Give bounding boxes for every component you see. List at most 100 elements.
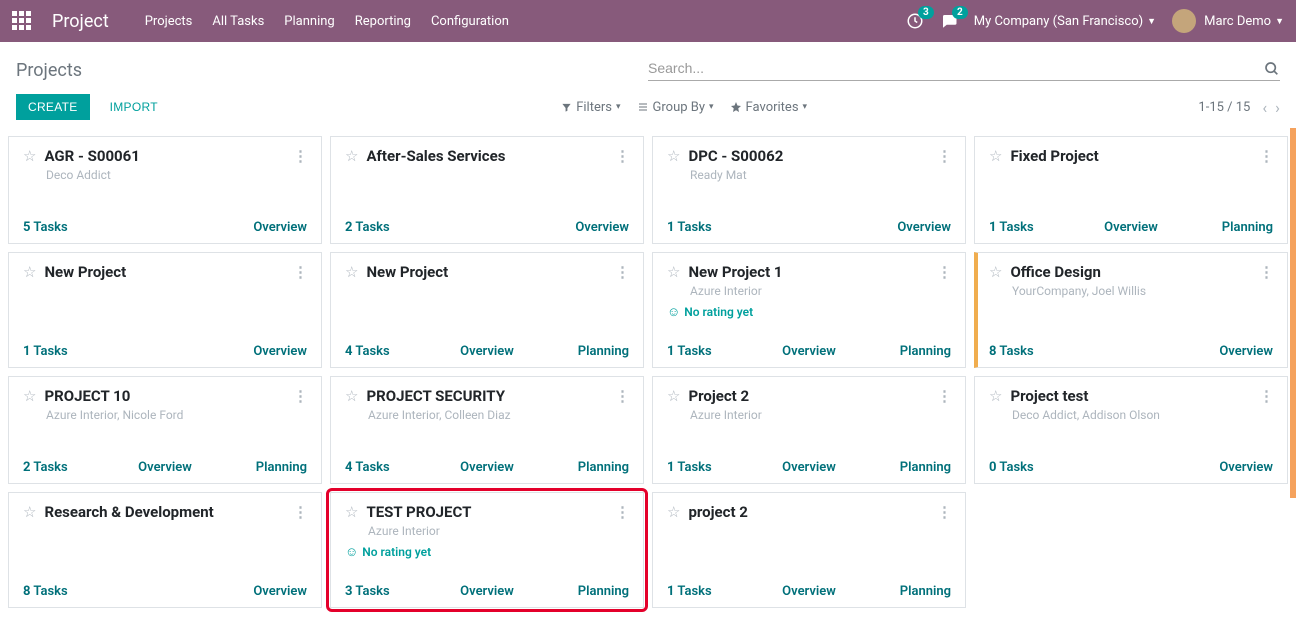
project-card[interactable]: ☆project 2⋮1 TasksOverviewPlanning — [652, 492, 966, 608]
search-box[interactable] — [648, 56, 1280, 81]
planning-link[interactable]: Planning — [212, 460, 307, 475]
nav-link-configuration[interactable]: Configuration — [431, 14, 509, 29]
tasks-link[interactable]: 1 Tasks — [667, 220, 712, 235]
overview-link[interactable]: Overview — [762, 344, 857, 359]
pager-prev[interactable]: ‹ — [1262, 98, 1267, 117]
overview-link[interactable]: Overview — [253, 584, 307, 599]
card-menu-icon[interactable]: ⋮ — [1259, 263, 1273, 281]
nav-link-reporting[interactable]: Reporting — [355, 14, 411, 29]
nav-link-projects[interactable]: Projects — [145, 14, 193, 29]
favorite-star-icon[interactable]: ☆ — [989, 387, 1002, 405]
import-button[interactable]: IMPORT — [98, 94, 170, 120]
rating-badge[interactable]: ☺No rating yet — [667, 304, 951, 320]
tasks-link[interactable]: 2 Tasks — [23, 460, 118, 475]
card-menu-icon[interactable]: ⋮ — [937, 503, 951, 521]
project-card[interactable]: ☆Project test⋮Deco Addict, Addison Olson… — [974, 376, 1288, 484]
pager-next[interactable]: › — [1275, 98, 1280, 117]
project-card[interactable]: ☆DPC - S00062⋮Ready Mat1 TasksOverview — [652, 136, 966, 244]
overview-link[interactable]: Overview — [762, 460, 857, 475]
favorite-star-icon[interactable]: ☆ — [23, 147, 36, 165]
project-card[interactable]: ☆PROJECT 10⋮Azure Interior, Nicole Ford2… — [8, 376, 322, 484]
card-menu-icon[interactable]: ⋮ — [615, 147, 629, 165]
overview-link[interactable]: Overview — [440, 460, 535, 475]
overview-link[interactable]: Overview — [897, 220, 951, 235]
project-card[interactable]: ☆New Project⋮4 TasksOverviewPlanning — [330, 252, 644, 368]
project-card[interactable]: ☆PROJECT SECURITY⋮Azure Interior, Collee… — [330, 376, 644, 484]
card-menu-icon[interactable]: ⋮ — [293, 263, 307, 281]
user-menu[interactable]: Marc Demo ▼ — [1172, 9, 1284, 33]
card-menu-icon[interactable]: ⋮ — [937, 387, 951, 405]
project-card[interactable]: ☆TEST PROJECT⋮Azure Interior☺No rating y… — [330, 492, 644, 608]
planning-link[interactable]: Planning — [856, 460, 951, 475]
tasks-link[interactable]: 8 Tasks — [989, 344, 1034, 359]
favorites-dropdown[interactable]: Favorites ▾ — [730, 100, 808, 115]
card-menu-icon[interactable]: ⋮ — [293, 387, 307, 405]
overview-link[interactable]: Overview — [253, 344, 307, 359]
tasks-link[interactable]: 1 Tasks — [667, 584, 762, 599]
project-card[interactable]: ☆Project 2⋮Azure Interior1 TasksOverview… — [652, 376, 966, 484]
project-card[interactable]: ☆Office Design⋮YourCompany, Joel Willis8… — [974, 252, 1288, 368]
card-menu-icon[interactable]: ⋮ — [1259, 387, 1273, 405]
favorite-star-icon[interactable]: ☆ — [989, 147, 1002, 165]
rating-badge[interactable]: ☺No rating yet — [345, 544, 629, 560]
favorite-star-icon[interactable]: ☆ — [667, 387, 680, 405]
planning-link[interactable]: Planning — [1178, 220, 1273, 235]
project-card[interactable]: ☆Research & Development⋮8 TasksOverview — [8, 492, 322, 608]
project-card[interactable]: ☆New Project⋮1 TasksOverview — [8, 252, 322, 368]
favorite-star-icon[interactable]: ☆ — [345, 503, 358, 521]
favorite-star-icon[interactable]: ☆ — [989, 263, 1002, 281]
tasks-link[interactable]: 3 Tasks — [345, 584, 440, 599]
overview-link[interactable]: Overview — [1219, 344, 1273, 359]
company-selector[interactable]: My Company (San Francisco) ▼ — [974, 14, 1156, 29]
search-input[interactable] — [648, 56, 1264, 80]
create-button[interactable]: CREATE — [16, 94, 90, 120]
overview-link[interactable]: Overview — [118, 460, 213, 475]
favorite-star-icon[interactable]: ☆ — [345, 147, 358, 165]
filters-dropdown[interactable]: Filters ▾ — [561, 100, 620, 115]
card-menu-icon[interactable]: ⋮ — [293, 147, 307, 165]
tasks-link[interactable]: 1 Tasks — [23, 344, 68, 359]
planning-link[interactable]: Planning — [534, 584, 629, 599]
overview-link[interactable]: Overview — [253, 220, 307, 235]
nav-link-all-tasks[interactable]: All Tasks — [212, 14, 264, 29]
tasks-link[interactable]: 4 Tasks — [345, 344, 440, 359]
messages-icon[interactable]: 2 — [940, 12, 958, 30]
overview-link[interactable]: Overview — [440, 344, 535, 359]
card-menu-icon[interactable]: ⋮ — [293, 503, 307, 521]
favorite-star-icon[interactable]: ☆ — [23, 503, 36, 521]
card-menu-icon[interactable]: ⋮ — [615, 263, 629, 281]
tasks-link[interactable]: 4 Tasks — [345, 460, 440, 475]
tasks-link[interactable]: 1 Tasks — [989, 220, 1084, 235]
tasks-link[interactable]: 2 Tasks — [345, 220, 390, 235]
search-icon[interactable] — [1264, 59, 1280, 78]
overview-link[interactable]: Overview — [1219, 460, 1273, 475]
favorite-star-icon[interactable]: ☆ — [345, 263, 358, 281]
overview-link[interactable]: Overview — [575, 220, 629, 235]
tasks-link[interactable]: 0 Tasks — [989, 460, 1034, 475]
app-brand[interactable]: Project — [52, 11, 109, 32]
overview-link[interactable]: Overview — [762, 584, 857, 599]
card-menu-icon[interactable]: ⋮ — [937, 263, 951, 281]
tasks-link[interactable]: 8 Tasks — [23, 584, 68, 599]
project-card[interactable]: ☆New Project 1⋮Azure Interior☺No rating … — [652, 252, 966, 368]
activities-icon[interactable]: 3 — [906, 12, 924, 30]
planning-link[interactable]: Planning — [856, 344, 951, 359]
favorite-star-icon[interactable]: ☆ — [345, 387, 358, 405]
favorite-star-icon[interactable]: ☆ — [667, 263, 680, 281]
planning-link[interactable]: Planning — [856, 584, 951, 599]
card-menu-icon[interactable]: ⋮ — [615, 387, 629, 405]
project-card[interactable]: ☆AGR - S00061⋮Deco Addict5 TasksOverview — [8, 136, 322, 244]
card-menu-icon[interactable]: ⋮ — [1259, 147, 1273, 165]
overview-link[interactable]: Overview — [1084, 220, 1179, 235]
tasks-link[interactable]: 5 Tasks — [23, 220, 68, 235]
favorite-star-icon[interactable]: ☆ — [667, 147, 680, 165]
project-card[interactable]: ☆After-Sales Services⋮2 TasksOverview — [330, 136, 644, 244]
favorite-star-icon[interactable]: ☆ — [667, 503, 680, 521]
apps-icon[interactable] — [12, 11, 32, 31]
favorite-star-icon[interactable]: ☆ — [23, 387, 36, 405]
card-menu-icon[interactable]: ⋮ — [615, 503, 629, 521]
tasks-link[interactable]: 1 Tasks — [667, 460, 762, 475]
planning-link[interactable]: Planning — [534, 344, 629, 359]
tasks-link[interactable]: 1 Tasks — [667, 344, 762, 359]
project-card[interactable]: ☆Fixed Project⋮1 TasksOverviewPlanning — [974, 136, 1288, 244]
